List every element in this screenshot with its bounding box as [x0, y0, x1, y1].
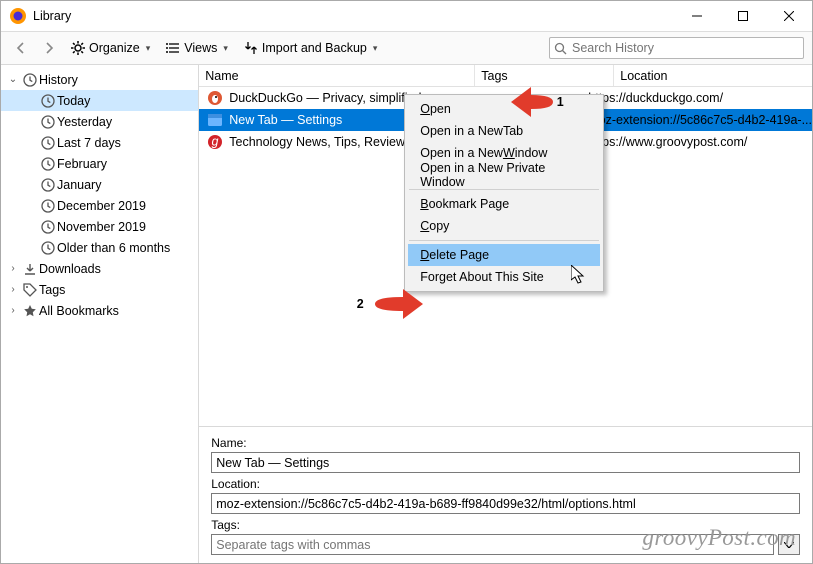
- sidebar-item-february[interactable]: February: [1, 153, 198, 174]
- clock-icon: [39, 157, 57, 171]
- list-icon: [166, 42, 180, 54]
- download-icon: [21, 262, 39, 276]
- sidebar-item-today[interactable]: Today: [1, 90, 198, 111]
- column-name[interactable]: Name: [199, 65, 475, 86]
- detail-location-input[interactable]: [211, 493, 800, 514]
- tag-icon: [21, 283, 39, 297]
- menu-item-open-in-a-new-private-window[interactable]: Open in a New Private Window: [408, 164, 600, 186]
- svg-text:g: g: [212, 135, 219, 149]
- maximize-button[interactable]: [720, 1, 766, 32]
- views-menu[interactable]: Views▾: [160, 36, 234, 60]
- column-headers: Name Tags Location: [199, 65, 812, 87]
- sidebar-item-label: Last 7 days: [57, 136, 121, 150]
- cursor-icon: [571, 265, 587, 285]
- back-button[interactable]: [9, 36, 33, 60]
- clock-icon: [39, 94, 57, 108]
- close-button[interactable]: [766, 1, 812, 32]
- context-menu: 1 2 OpenOpen in a New TabOpen in a New W…: [404, 94, 604, 292]
- window-title: Library: [33, 9, 674, 23]
- watermark: groovyPost.com: [642, 525, 796, 551]
- sidebar-item-all-bookmarks[interactable]: › All Bookmarks: [1, 300, 198, 321]
- sidebar-item-january[interactable]: January: [1, 174, 198, 195]
- clock-icon: [39, 178, 57, 192]
- detail-name-input[interactable]: [211, 452, 800, 473]
- row-name: New Tab — Settings: [225, 113, 342, 127]
- annotation-2: 2: [353, 285, 391, 323]
- sidebar-item-downloads[interactable]: › Downloads: [1, 258, 198, 279]
- favicon-icon: [205, 112, 225, 128]
- twisty-icon: ›: [5, 263, 21, 274]
- app-icon: [9, 7, 27, 25]
- sidebar-item-label: November 2019: [57, 220, 146, 234]
- column-location[interactable]: Location: [614, 65, 812, 86]
- sidebar-item-history[interactable]: ⌄ History: [1, 69, 198, 90]
- favicon-icon: g: [205, 134, 225, 150]
- content-pane: Name Tags Location DuckDuckGo — Privacy,…: [199, 65, 812, 563]
- toolbar: Organize▾ Views▾ Import and Backup▾: [1, 32, 812, 65]
- star-icon: [21, 304, 39, 318]
- sidebar-item-label: Older than 6 months: [57, 241, 170, 255]
- menu-item-open[interactable]: Open: [408, 98, 600, 120]
- sidebar-item-older-than-6-months[interactable]: Older than 6 months: [1, 237, 198, 258]
- clock-icon: [39, 199, 57, 213]
- menu-separator: [409, 240, 599, 241]
- search-box[interactable]: [549, 37, 804, 59]
- search-icon: [554, 42, 567, 55]
- row-name: DuckDuckGo — Privacy, simplified.: [225, 91, 425, 105]
- import-icon: [244, 41, 258, 55]
- search-input[interactable]: [572, 41, 799, 55]
- sidebar-item-november-2019[interactable]: November 2019: [1, 216, 198, 237]
- favicon-icon: [205, 90, 225, 106]
- sidebar-item-yesterday[interactable]: Yesterday: [1, 111, 198, 132]
- import-backup-menu[interactable]: Import and Backup▾: [238, 36, 383, 60]
- chevron-down-icon: ▾: [373, 43, 378, 54]
- sidebar-item-last-7-days[interactable]: Last 7 days: [1, 132, 198, 153]
- sidebar-item-label: All Bookmarks: [39, 304, 119, 318]
- minimize-button[interactable]: [674, 1, 720, 32]
- gear-icon: [71, 41, 85, 55]
- menu-item-bookmark-page[interactable]: Bookmark Page: [408, 193, 600, 215]
- row-location: https://duckduckgo.com/: [588, 91, 812, 105]
- sidebar-item-label: History: [39, 73, 78, 87]
- sidebar-item-label: January: [57, 178, 101, 192]
- menu-item-open-in-a-new-tab[interactable]: Open in a New Tab: [408, 120, 600, 142]
- detail-location-label: Location:: [211, 477, 800, 491]
- detail-name-label: Name:: [211, 436, 800, 450]
- clock-icon: [39, 241, 57, 255]
- sidebar-item-label: December 2019: [57, 199, 146, 213]
- sidebar-item-label: Tags: [39, 283, 65, 297]
- row-name: Technology News, Tips, Reviews: [225, 135, 411, 149]
- annotation-1: 1: [531, 83, 569, 121]
- clock-icon: [39, 220, 57, 234]
- sidebar-item-label: Today: [57, 94, 90, 108]
- sidebar-item-label: February: [57, 157, 107, 171]
- sidebar-item-label: Yesterday: [57, 115, 112, 129]
- organize-menu[interactable]: Organize▾: [65, 36, 156, 60]
- forward-button[interactable]: [37, 36, 61, 60]
- menu-item-delete-page[interactable]: Delete Page: [408, 244, 600, 266]
- menu-separator: [409, 189, 599, 190]
- sidebar-item-december-2019[interactable]: December 2019: [1, 195, 198, 216]
- clock-icon: [21, 73, 39, 87]
- row-location: moz-extension://5c86c7c5-d4b2-419a-...: [588, 113, 812, 127]
- chevron-down-icon: ▾: [223, 43, 228, 54]
- clock-icon: [39, 136, 57, 150]
- sidebar-item-tags[interactable]: › Tags: [1, 279, 198, 300]
- chevron-down-icon: ▾: [146, 43, 151, 54]
- title-bar: Library: [1, 1, 812, 32]
- twisty-icon: ›: [5, 284, 21, 295]
- row-location: https://www.groovypost.com/: [588, 135, 812, 149]
- twisty-icon: ›: [5, 305, 21, 316]
- twisty-icon: ⌄: [5, 74, 21, 85]
- clock-icon: [39, 115, 57, 129]
- menu-item-copy[interactable]: Copy: [408, 215, 600, 237]
- sidebar: ⌄ History Today Yesterday Last 7 days Februar…: [1, 65, 199, 563]
- sidebar-item-label: Downloads: [39, 262, 101, 276]
